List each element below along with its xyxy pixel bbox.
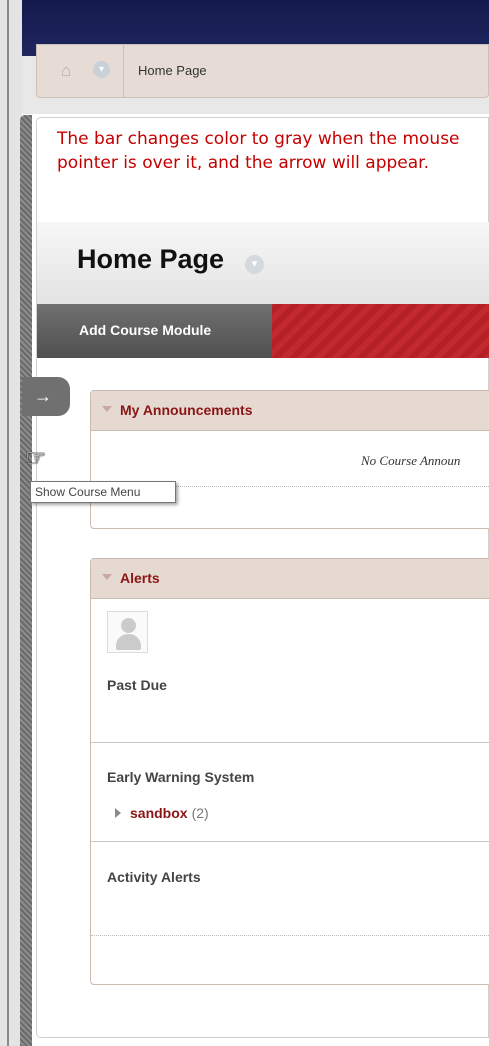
- activity-alerts-label: Activity Alerts: [107, 869, 201, 885]
- breadcrumb: ⌂ ▾ Home Page: [36, 44, 489, 98]
- divider: [91, 742, 489, 743]
- collapse-triangle-icon[interactable]: [102, 574, 112, 580]
- tooltip: Show Course Menu: [30, 481, 176, 503]
- divider: [91, 841, 489, 842]
- alerts-module: Alerts Past Due Early Warning System san…: [90, 558, 489, 985]
- module-title: Alerts: [120, 570, 160, 586]
- course-menu-toggle-bar[interactable]: [20, 115, 32, 1046]
- frame-divider: [7, 0, 9, 1046]
- annotation-text: The bar changes color to gray when the m…: [57, 129, 460, 173]
- divider: [91, 935, 489, 936]
- collapse-triangle-icon[interactable]: [102, 406, 112, 412]
- hand-pointer-icon: ☞: [25, 445, 47, 472]
- chevron-down-icon[interactable]: ▾: [245, 255, 264, 274]
- page-title-bar: Home Page ▾: [37, 222, 489, 304]
- window-frame: [0, 0, 22, 1046]
- module-header[interactable]: Alerts: [91, 559, 489, 599]
- content-panel: The bar changes color to gray when the m…: [36, 117, 489, 1038]
- course-link-sandbox[interactable]: sandbox: [130, 805, 188, 821]
- home-icon[interactable]: ⌂: [61, 61, 81, 81]
- early-warning-label: Early Warning System: [107, 769, 255, 785]
- arrow-right-icon[interactable]: →: [22, 377, 70, 416]
- expand-arrow-icon[interactable]: [115, 808, 121, 818]
- breadcrumb-divider: [123, 45, 124, 97]
- past-due-label: Past Due: [107, 677, 167, 693]
- no-announcements-text: No Course Announ: [361, 453, 461, 468]
- user-avatar-icon: [107, 611, 148, 653]
- module-header[interactable]: My Announcements: [91, 391, 489, 431]
- breadcrumb-current[interactable]: Home Page: [138, 63, 207, 78]
- my-announcements-module: My Announcements No Course Announ: [90, 390, 489, 529]
- list-item: sandbox (2): [115, 805, 209, 821]
- module-title: My Announcements: [120, 402, 253, 418]
- add-course-module-button[interactable]: Add Course Module: [37, 304, 272, 358]
- course-module-bar: Add Course Module: [37, 304, 489, 358]
- alert-count: (2): [191, 805, 209, 821]
- chevron-down-icon[interactable]: ▾: [93, 61, 110, 78]
- page-title: Home Page: [77, 244, 225, 274]
